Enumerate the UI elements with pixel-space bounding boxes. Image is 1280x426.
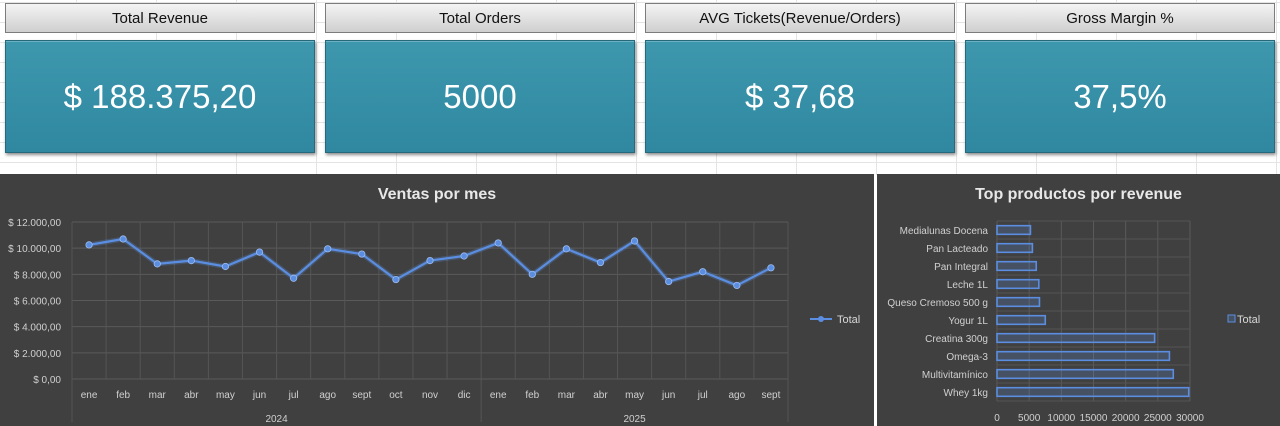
x-tick-label: 30000 [1176,413,1204,424]
line-chart-svg: $ 0,00 $ 2.000,00 $ 4.000,00 $ 6.000,00 $ 8.… [8,218,860,425]
bar [996,350,1171,362]
x-tick-label: may [625,390,644,401]
kpi-value-avg-ticket[interactable]: $ 37,68 [645,40,955,153]
data-point [426,256,434,265]
sales-by-month-chart[interactable]: Ventas por mes $ 0,00 $ 2.000,00 $ 4.000,0… [0,174,874,426]
data-point [358,250,366,258]
kpi-header-avg-ticket: AVG Tickets(Revenue/Orders) [645,3,955,33]
data-point [324,245,332,253]
data-point [221,262,230,271]
x-tick-label: may [216,390,235,401]
x-tick-label: jun [252,390,266,401]
bar [996,314,1047,326]
data-point [392,275,400,284]
x-tick-label: jul [697,390,708,401]
data-point [153,260,161,268]
kpi-header-total-orders: Total Orders [325,3,635,33]
legend-label: Total [1237,314,1260,326]
y-tick-label: Creatina 300g [925,334,988,345]
bar [996,260,1038,272]
bar [996,278,1040,290]
data-point [255,248,264,256]
x-tick-label: nov [422,390,438,401]
y-tick-label: Whey 1kg [944,388,988,399]
kpi-header-total-revenue: Total Revenue [5,3,315,33]
x-tick-label: jun [661,390,675,401]
y-tick-label: $ 8.000,00 [14,270,62,281]
y-tick-label: Queso Cremoso 500 g [887,298,988,309]
x-tick-label: ene [81,390,98,401]
y-tick-label: $ 0,00 [33,375,61,386]
x-tick-label: 25000 [1144,413,1172,424]
x-tick-label: mar [149,390,167,401]
kpi-value-total-orders[interactable]: 5000 [325,40,635,153]
data-point [665,277,673,286]
data-point [767,264,775,272]
bar [996,224,1032,236]
data-point [460,252,468,260]
data-point [699,268,707,276]
group-label: 2024 [265,414,288,425]
bar [996,296,1041,308]
x-tick-label: mar [558,390,576,401]
top-products-chart[interactable]: Top productos por revenue 0 5000 10000 1500… [877,174,1280,426]
y-tick-label: $ 12.000,00 [8,218,61,229]
data-point [596,258,605,267]
y-tick-label: Omega-3 [946,352,988,363]
x-tick-label: abr [184,390,199,401]
kpi-value-total-revenue[interactable]: $ 188.375,20 [5,40,315,153]
data-point [630,237,639,245]
x-tick-label: ene [490,390,507,401]
data-point [119,235,127,243]
x-tick-label: 0 [994,413,1000,424]
x-tick-label: sept [352,390,371,401]
data-point [733,281,741,290]
bar [996,386,1190,398]
x-tick-label: dic [458,390,471,401]
x-tick-label: abr [593,390,608,401]
kpi-value-gross-margin[interactable]: 37,5% [965,40,1275,153]
legend-marker [818,316,824,322]
data-point [187,256,195,265]
x-tick-label: 15000 [1080,413,1108,424]
x-tick-label: feb [525,390,539,401]
legend-label: Total [837,314,860,326]
y-tick-label: $ 10.000,00 [8,244,61,255]
y-tick-label: Multivitamínico [922,370,989,381]
y-tick-label: Yogur 1L [948,316,988,327]
x-tick-label: feb [116,390,130,401]
x-tick-label: 5000 [1018,413,1041,424]
bar [996,242,1034,254]
y-tick-label: Pan Integral [934,262,988,273]
y-tick-label: Medialunas Docena [900,226,989,237]
data-point [562,245,570,253]
legend-bar-swatch [1227,314,1236,323]
data-point [528,270,536,278]
x-tick-label: jul [288,390,299,401]
bar-chart-svg: 0 5000 10000 15000 20000 25000 30000 Medialunas… [887,220,1260,424]
bar [996,368,1175,380]
data-point [290,274,298,282]
y-tick-label: $ 6.000,00 [14,297,62,308]
y-tick-label: $ 2.000,00 [14,349,62,360]
x-tick-label: ago [729,390,746,401]
group-label: 2025 [623,414,646,425]
x-tick-label: 10000 [1047,413,1075,424]
data-point [494,239,502,247]
x-tick-label: ago [319,390,336,401]
x-tick-label: oct [389,390,403,401]
kpi-header-gross-margin: Gross Margin % [965,3,1275,33]
y-tick-label: Leche 1L [947,280,989,291]
bar [996,332,1156,344]
y-tick-label: $ 4.000,00 [14,323,62,334]
data-point [85,241,93,249]
x-tick-label: sept [761,390,780,401]
y-tick-label: Pan Lacteado [926,244,988,255]
x-tick-label: 20000 [1112,413,1140,424]
